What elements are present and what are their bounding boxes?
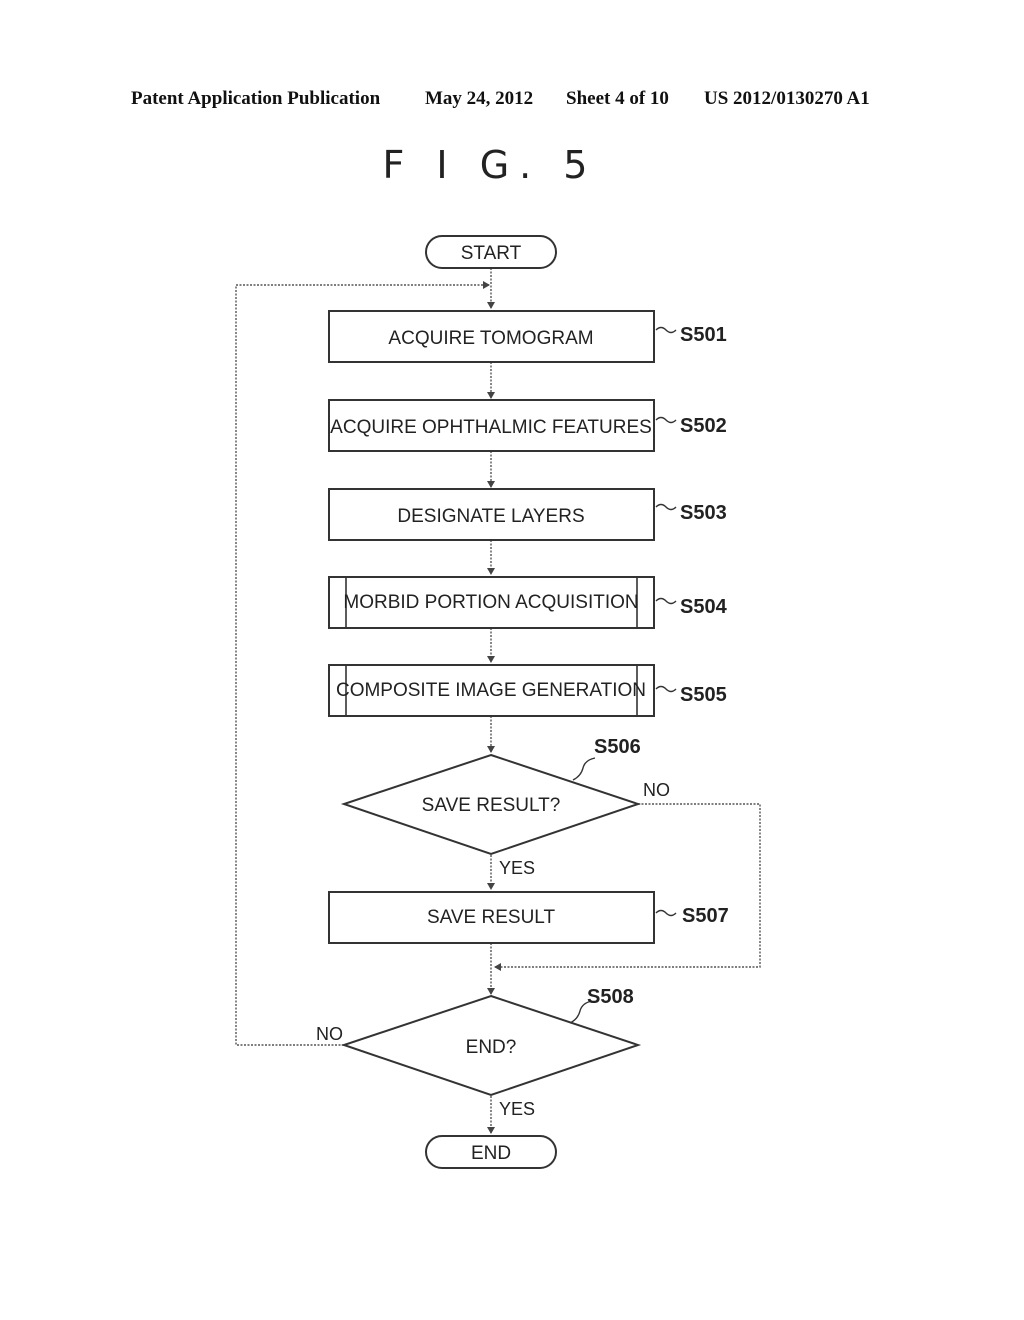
step-s503: DESIGNATE LAYERS S503 [328,488,727,541]
ref-leader [655,416,677,424]
step-s508-ref: S508 [587,986,634,1008]
step-s501-ref: S501 [680,324,727,346]
s506-no-label: NO [643,780,670,800]
step-s507: SAVE RESULT S507 [328,891,729,944]
ref-leader [655,909,677,917]
step-s508: END? S508 NO YES [316,986,642,1119]
start-label: START [461,243,522,264]
figure-title: F I G. 5 [382,143,597,187]
end-terminal: END [425,1135,557,1169]
step-s502-ref: S502 [680,415,727,437]
flowchart: F I G. 5 START ACQUIRE TOMOGRAM S501 ACQ… [235,143,761,1169]
step-s501: ACQUIRE TOMOGRAM S501 [328,310,727,363]
step-s505-ref: S505 [680,684,727,706]
step-s504-label: MORBID PORTION ACQUISITION [343,592,638,613]
ref-leader [655,597,677,605]
ref-leader [572,757,596,781]
step-s506-label: SAVE RESULT? [422,795,561,816]
step-s505: COMPOSITE IMAGE GENERATION S505 [328,664,727,717]
step-s506: SAVE RESULT? S506 NO YES [340,736,670,878]
end-label: END [471,1143,511,1164]
step-s507-ref: S507 [682,905,729,927]
step-s507-label: SAVE RESULT [427,907,556,928]
start-terminal: START [425,235,557,269]
step-s504-ref: S504 [680,596,728,618]
step-s503-label: DESIGNATE LAYERS [397,506,584,527]
ref-leader [655,326,677,334]
step-s506-ref: S506 [594,736,641,758]
s508-no-label: NO [316,1024,343,1044]
step-s502: ACQUIRE OPHTHALMIC FEATURES S502 [328,399,727,452]
step-s505-label: COMPOSITE IMAGE GENERATION [336,680,646,701]
step-s501-label: ACQUIRE TOMOGRAM [388,328,593,349]
step-s502-label: ACQUIRE OPHTHALMIC FEATURES [330,417,652,438]
step-s508-label: END? [466,1037,517,1058]
ref-leader [655,685,677,693]
step-s503-ref: S503 [680,502,727,524]
ref-leader [655,503,677,511]
s506-yes-label: YES [499,858,535,878]
step-s504: MORBID PORTION ACQUISITION S504 [328,576,728,629]
s508-yes-label: YES [499,1099,535,1119]
